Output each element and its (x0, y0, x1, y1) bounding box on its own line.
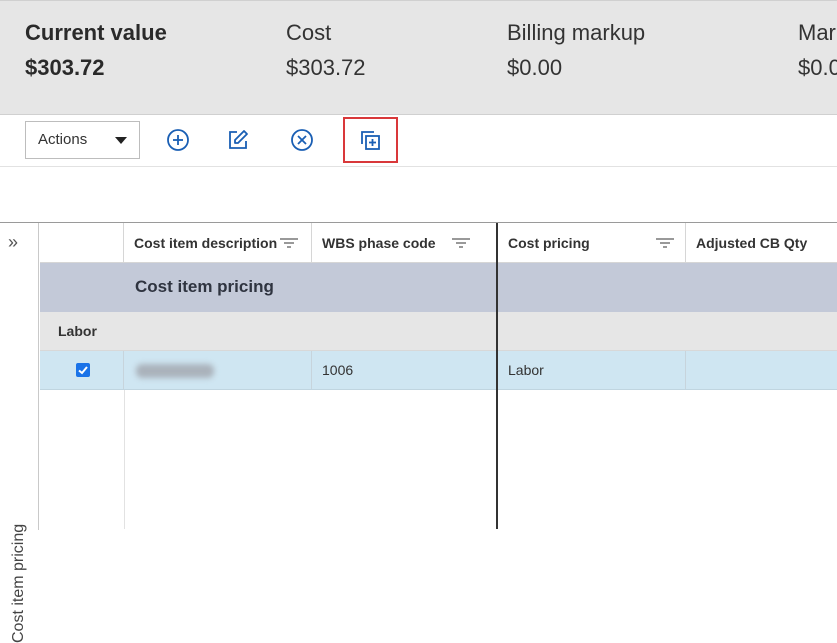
description-cell[interactable] (124, 351, 312, 389)
duplicate-icon (361, 131, 380, 150)
metric-value: $0.00 (507, 55, 563, 80)
duplicate-button[interactable] (353, 123, 387, 157)
filter-icon[interactable] (451, 237, 471, 249)
column-header-label: WBS phase code (322, 235, 436, 251)
select-column-header[interactable] (40, 223, 124, 263)
side-rail-label[interactable]: Cost item pricing (10, 524, 28, 643)
subgroup-row-label: Labor (58, 323, 97, 339)
frozen-column-divider (496, 223, 498, 529)
column-header-label: Adjusted CB Qty (696, 235, 808, 251)
actions-dropdown-label: Actions (38, 131, 88, 148)
edit-icon (229, 130, 248, 149)
grid-area: » Cost item pricing Cost item descriptio… (0, 222, 837, 643)
column-divider (124, 390, 125, 529)
wbs-phase-code-cell[interactable]: 1006 (312, 351, 498, 389)
cancel-button[interactable] (285, 123, 319, 157)
row-checkbox[interactable] (76, 363, 90, 377)
adjusted-cb-qty-cell[interactable] (686, 351, 837, 389)
filter-icon[interactable] (655, 237, 675, 249)
column-header-label: Cost pricing (508, 235, 590, 251)
redacted-text (136, 364, 214, 378)
summary-header: Current value $303.72 Cost $303.72 Billi… (0, 0, 837, 115)
subgroup-row[interactable]: Labor (40, 312, 837, 351)
metric-label: Billing markup (507, 20, 646, 45)
edit-button[interactable] (221, 123, 255, 157)
checkmark-icon (78, 366, 88, 375)
metric-value: $0.0 (798, 55, 837, 80)
group-row-label: Cost item pricing (135, 277, 274, 296)
add-circle-icon (167, 129, 189, 151)
metric-margin: Mar $0.0 (798, 19, 837, 82)
group-row[interactable]: Cost item pricing (40, 263, 837, 312)
metric-label: Current value (25, 20, 167, 45)
metric-label: Mar (798, 20, 836, 45)
actions-dropdown[interactable]: Actions (25, 121, 140, 159)
double-chevron-right-icon[interactable]: » (8, 233, 18, 251)
cancel-circle-icon (291, 129, 313, 151)
caret-down-icon (115, 137, 127, 144)
filter-icon[interactable] (279, 237, 299, 249)
grid-header: Cost item description WBS phase code Cos… (40, 223, 837, 263)
column-header-label: Cost item description (134, 235, 278, 251)
column-header-adjusted-cb-qty[interactable]: Adjusted CB Qty (686, 223, 837, 263)
cell-value: Labor (508, 362, 544, 378)
select-cell (40, 351, 124, 389)
metric-current-value: Current value $303.72 (25, 19, 167, 82)
toolbar: Actions (0, 115, 837, 167)
metric-value: $303.72 (286, 55, 366, 80)
data-grid: Cost item description WBS phase code Cos… (40, 223, 837, 529)
metric-cost: Cost $303.72 (286, 19, 366, 82)
cell-value: 1006 (322, 362, 354, 378)
add-button[interactable] (161, 123, 195, 157)
side-rail: » Cost item pricing (0, 223, 39, 643)
metric-label: Cost (286, 20, 332, 45)
metric-value: $303.72 (25, 55, 105, 80)
cost-pricing-cell[interactable]: Labor (498, 351, 686, 389)
table-row[interactable]: 1006 Labor (40, 351, 837, 390)
metric-billing-markup: Billing markup $0.00 (507, 19, 645, 82)
